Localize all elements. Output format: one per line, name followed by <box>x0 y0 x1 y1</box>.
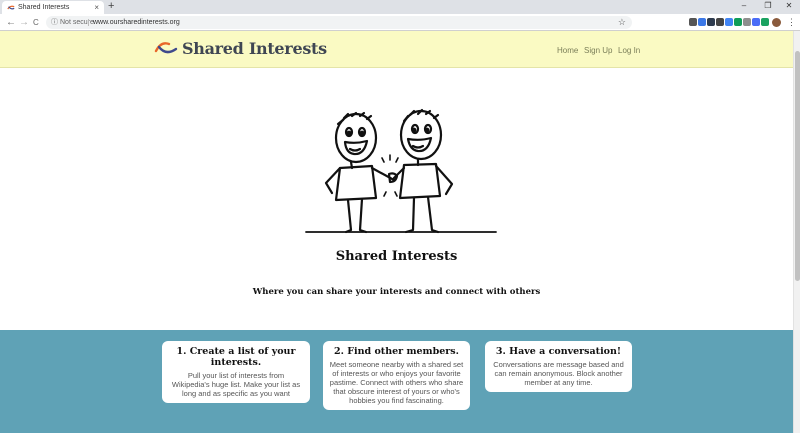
feature-card-find-members: 2. Find other members. Meet someone near… <box>323 341 470 410</box>
logo-mark-icon <box>154 42 178 54</box>
minimize-button[interactable]: – <box>732 0 756 12</box>
extension-8-icon[interactable] <box>752 18 760 26</box>
logo-text: Shared Interests <box>182 38 327 58</box>
feature-card-conversation: 3. Have a conversation! Conversations ar… <box>485 341 632 392</box>
omnibox-divider <box>88 19 89 26</box>
hero-subtitle: Where you can share your interests and c… <box>252 287 541 297</box>
extension-6-icon[interactable] <box>734 18 742 26</box>
extension-5-icon[interactable] <box>725 18 733 26</box>
site-logo[interactable]: Shared Interests <box>154 38 327 58</box>
site-favicon-icon <box>7 5 15 10</box>
extension-9-icon[interactable] <box>761 18 769 26</box>
new-tab-button[interactable]: + <box>108 0 114 13</box>
reload-button[interactable]: C <box>33 16 39 29</box>
tab-title: Shared Interests <box>18 4 70 11</box>
close-window-button[interactable]: ✕ <box>777 0 800 12</box>
features-section: 1. Create a list of your interests. Pull… <box>0 330 793 433</box>
right-figure <box>392 108 454 234</box>
site-info-icon[interactable]: ⓘ <box>51 16 58 29</box>
page-scrollbar[interactable] <box>793 31 800 433</box>
extension-1-icon[interactable] <box>689 18 697 26</box>
feature-body: Conversations are message based and can … <box>493 360 624 387</box>
nav-sign-up[interactable]: Sign Up <box>584 46 612 55</box>
browser-toolbar: ← → C ⓘ Not secure www.oursharedinterest… <box>0 14 800 31</box>
nav-home[interactable]: Home <box>557 46 578 55</box>
tab-close-icon[interactable]: × <box>94 1 99 14</box>
profile-avatar[interactable] <box>772 18 781 27</box>
extension-4-icon[interactable] <box>716 18 724 26</box>
extension-3-icon[interactable] <box>707 18 715 26</box>
feature-body: Meet someone nearby with a shared set of… <box>329 360 464 405</box>
address-bar[interactable]: ⓘ Not secure www.oursharedinterests.org … <box>46 16 632 29</box>
bookmark-star-icon[interactable]: ☆ <box>618 16 626 29</box>
browser-menu-icon[interactable]: ⋮ <box>787 16 796 29</box>
back-button[interactable]: ← <box>6 16 16 29</box>
nav-log-in[interactable]: Log In <box>618 46 640 55</box>
browser-tab[interactable]: Shared Interests × <box>2 1 104 14</box>
left-figure <box>324 111 396 234</box>
forward-button[interactable]: → <box>19 16 29 29</box>
feature-title: 1. Create a list of your interests. <box>176 346 296 368</box>
site-header: Shared Interests Home Sign Up Log In <box>0 31 793 68</box>
feature-title: 3. Have a conversation! <box>495 346 622 357</box>
browser-tabstrip: Shared Interests × + – ❐ ✕ <box>0 0 800 14</box>
hero-illustration <box>305 108 497 234</box>
scrollbar-thumb[interactable] <box>795 51 800 281</box>
feature-title: 2. Find other members. <box>334 346 459 357</box>
extension-7-icon[interactable] <box>743 18 751 26</box>
url-text: www.oursharedinterests.org <box>93 19 180 26</box>
feature-body: Pull your list of interests from Wikiped… <box>171 371 301 398</box>
feature-card-create-list: 1. Create a list of your interests. Pull… <box>162 341 310 403</box>
extension-2-icon[interactable] <box>698 18 706 26</box>
hero-title: Shared Interests <box>335 249 458 264</box>
